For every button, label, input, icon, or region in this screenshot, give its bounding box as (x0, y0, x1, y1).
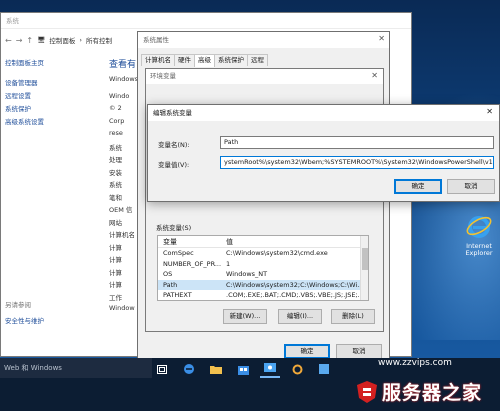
app-taskbar-icon[interactable] (314, 360, 334, 378)
row-variable: NUMBER_OF_PR... (163, 259, 222, 268)
edge-glyph (184, 364, 194, 374)
tab-remote[interactable]: 远程 (247, 54, 268, 66)
variable-name-field[interactable]: Path (220, 136, 494, 149)
address-bar[interactable]: ← → ↑ 🖥 控制面板 › 所有控制 (1, 30, 141, 50)
desktop-icon-internet-explorer[interactable]: Internet Explorer (458, 212, 500, 258)
edit-button[interactable]: 编辑(I)... (278, 309, 322, 324)
ok-button[interactable]: 确定 (394, 179, 442, 194)
app-glyph (319, 364, 329, 374)
watermark-logo: 服务器之家 (356, 372, 500, 411)
breadcrumb-separator-icon: › (79, 36, 82, 44)
row-value: 1 (226, 259, 231, 268)
column-header-value[interactable]: 值 (222, 236, 360, 247)
breadcrumb-control-panel[interactable]: 控制面板 (49, 35, 75, 45)
tab-hardware[interactable]: 硬件 (174, 54, 195, 66)
forward-arrow-icon[interactable]: → (16, 36, 23, 45)
watermark-shield-icon (357, 380, 377, 403)
row-value: Windows_NT (226, 270, 268, 278)
task-view-glyph (157, 364, 167, 374)
sidebar-title[interactable]: 控制面板主页 (1, 57, 105, 71)
watermark-text: 服务器之家 (382, 382, 483, 404)
close-icon[interactable]: ✕ (486, 107, 493, 116)
see-also-heading: 另请参阅 (5, 301, 31, 309)
gear-icon (292, 364, 302, 374)
variable-value-label: 变量值(V): (158, 161, 190, 169)
monitor-icon: 🖥 (37, 36, 46, 44)
control-panel-glyph (264, 362, 276, 372)
table-row[interactable]: PATHEXT .COM;.EXE;.BAT;.CMD;.VBS;.VBE;.J… (158, 290, 368, 300)
cancel-button[interactable]: 取消 (336, 344, 382, 359)
variable-name-label: 变量名(N): (158, 141, 190, 149)
edit-system-variable-dialog: 编辑系统变量 ✕ 变量名(N): Path 变量值(V): ystemRoot%… (147, 104, 500, 202)
scrollbar-thumb[interactable] (362, 248, 368, 270)
table-scrollbar[interactable] (360, 236, 368, 300)
table-row[interactable]: NUMBER_OF_PR... 1 (158, 259, 368, 270)
file-explorer-icon[interactable] (206, 360, 226, 378)
edit-dialog-title: 编辑系统变量 (148, 105, 499, 121)
store-icon[interactable] (233, 360, 253, 378)
up-arrow-icon[interactable]: ↑ (26, 36, 33, 45)
edge-browser-icon[interactable] (179, 360, 199, 378)
cancel-button[interactable]: 取消 (447, 179, 495, 194)
system-properties-title: 系统属性 (138, 32, 389, 48)
store-glyph (237, 365, 249, 375)
system-variables-table[interactable]: 变量 值 ComSpec C:\Windows\system32\cmd.exe… (157, 235, 369, 301)
environment-variables-title: 环境变量 (146, 69, 383, 84)
breadcrumb-all-items[interactable]: 所有控制 (86, 35, 112, 45)
table-header: 变量 值 (158, 236, 368, 248)
row-variable: PATHEXT (163, 291, 192, 299)
new-button[interactable]: 新建(W)... (223, 309, 267, 324)
settings-taskbar-icon[interactable] (287, 360, 307, 378)
variable-value-field[interactable]: ystemRoot%\system32\Wbem;%SYSTEMROOT%\Sy… (220, 156, 494, 169)
row-variable: OS (163, 270, 173, 278)
sidebar: 控制面板主页 设备管理器 远程设置 系统保护 高级系统设置 (1, 57, 105, 129)
system-window-title: 系统 (1, 13, 411, 29)
table-row[interactable]: OS Windows_NT (158, 269, 368, 280)
row-value: C:\Windows\system32\cmd.exe (226, 249, 328, 257)
folder-glyph (210, 366, 222, 374)
tab-advanced[interactable]: 高级 (194, 54, 215, 67)
watermark-url: www.zzvips.com (378, 358, 452, 368)
row-variable: Path (163, 280, 178, 289)
row-value: C:\Windows\system32;C:\Windows;C:\Wi... (226, 280, 360, 289)
sidebar-item-system-protection[interactable]: 系统保护 (1, 103, 105, 116)
table-row-selected[interactable]: Path C:\Windows\system32;C:\Windows;C:\W… (158, 279, 368, 290)
table-row[interactable]: ComSpec C:\Windows\system32\cmd.exe (158, 248, 368, 259)
internet-explorer-icon (466, 216, 492, 238)
tab-strip: 计算机名 硬件 高级 系统保护 远程 (141, 54, 268, 67)
task-view-icon[interactable] (152, 360, 172, 378)
sidebar-item-advanced-settings[interactable]: 高级系统设置 (1, 116, 105, 129)
row-value: .COM;.EXE;.BAT;.CMD;.VBS;.VBE;.JS;.JSE;.… (226, 291, 360, 299)
row-variable: ComSpec (163, 249, 194, 257)
system-variables-label: 系统变量(S) (156, 224, 192, 232)
column-header-variable[interactable]: 变量 (158, 236, 222, 247)
sidebar-item-security-maintenance[interactable]: 安全性与维护 (5, 315, 44, 325)
delete-button[interactable]: 删除(L) (331, 309, 375, 324)
desktop-icon-label-line2: Explorer (465, 249, 493, 258)
tab-system-protection[interactable]: 系统保护 (214, 54, 248, 66)
close-icon[interactable]: ✕ (371, 71, 378, 80)
close-icon[interactable]: ✕ (378, 34, 385, 43)
taskbar-search-box[interactable]: Web 和 Windows (0, 358, 152, 378)
back-arrow-icon[interactable]: ← (5, 36, 12, 45)
sidebar-item-remote-settings[interactable]: 远程设置 (1, 90, 105, 103)
sidebar-item-device-manager[interactable]: 设备管理器 (1, 77, 105, 90)
tab-computer-name[interactable]: 计算机名 (141, 54, 175, 66)
ok-button[interactable]: 确定 (284, 344, 330, 359)
control-panel-taskbar-icon[interactable] (260, 360, 280, 378)
